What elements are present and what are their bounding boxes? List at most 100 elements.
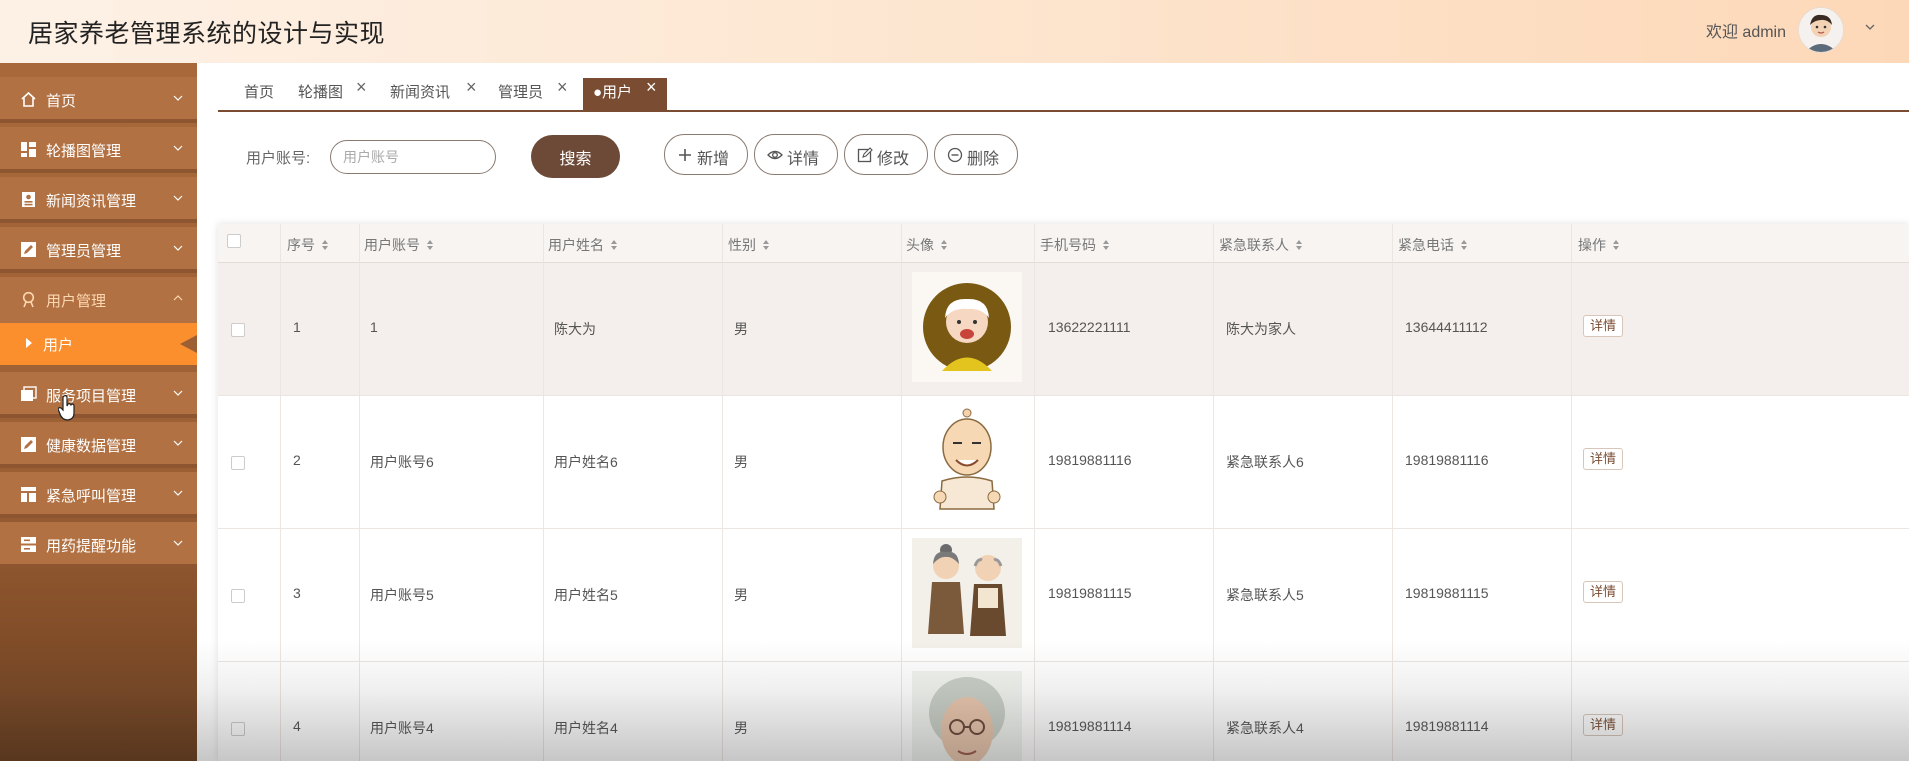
user-avatar-icon <box>1799 8 1843 52</box>
tab-label: 首页 <box>244 84 275 101</box>
row-detail-button[interactable]: 详情 <box>1583 581 1623 603</box>
chevron-down-icon <box>173 245 183 251</box>
row-checkbox[interactable] <box>231 456 245 470</box>
sort-icon <box>1613 240 1619 250</box>
cell-no: 1 <box>293 319 301 335</box>
close-icon[interactable]: × <box>646 72 657 102</box>
tab-label: 轮播图 <box>298 84 344 101</box>
tab-user[interactable]: ●用户 × <box>583 77 667 110</box>
search-button[interactable]: 搜索 <box>531 135 620 178</box>
column-header[interactable]: 用户姓名 <box>548 235 618 255</box>
sidebar-item-admin[interactable]: 管理员管理 <box>0 227 197 273</box>
edit-icon <box>857 147 873 163</box>
cell-contact-phone: 13644411112 <box>1405 319 1488 335</box>
row-checkbox[interactable] <box>231 722 245 736</box>
welcome-text: 欢迎 admin <box>1705 24 1786 41</box>
row-checkbox[interactable] <box>231 323 245 337</box>
avatar[interactable] <box>1798 7 1844 53</box>
server-icon <box>21 537 36 552</box>
close-icon[interactable]: × <box>557 72 568 102</box>
cell-phone: 19819881116 <box>1048 452 1132 468</box>
sidebar-item-health[interactable]: 健康数据管理 <box>0 422 197 468</box>
table-row[interactable]: 4 用户账号4 用户姓名4 男 19819881114 紧急联系人4 19819… <box>218 662 1909 761</box>
cell-contact-phone: 19819881114 <box>1405 718 1489 734</box>
edit-icon <box>21 242 36 257</box>
row-detail-button[interactable]: 详情 <box>1583 448 1623 470</box>
sidebar-item-medication[interactable]: 用药提醒功能 <box>0 522 197 568</box>
add-button[interactable]: 新增 <box>664 134 748 175</box>
column-divider <box>901 224 902 761</box>
cell-account: 用户账号5 <box>370 587 434 603</box>
plus-icon <box>679 149 691 161</box>
user-icon <box>22 291 35 308</box>
active-indicator <box>180 335 197 353</box>
cell-account: 用户账号6 <box>370 454 434 470</box>
cell-phone: 19819881114 <box>1048 718 1132 734</box>
cell-name: 用户姓名6 <box>554 454 618 470</box>
delete-button[interactable]: 删除 <box>934 134 1018 175</box>
chevron-down-icon[interactable] <box>1865 22 1875 32</box>
row-detail-button[interactable]: 详情 <box>1583 315 1623 337</box>
table-header: 序号 用户账号 用户姓名 性别 头像 手机号码 紧急联系人 紧急电话 操作 <box>218 224 1909 263</box>
sidebar-item-label: 新闻资讯管理 <box>46 193 137 210</box>
column-header[interactable]: 头像 <box>906 235 948 255</box>
column-header[interactable]: 操作 <box>1578 235 1620 255</box>
tab-admin[interactable]: 管理员 × <box>498 77 568 110</box>
column-header[interactable]: 紧急联系人 <box>1219 235 1303 255</box>
tab-home[interactable]: 首页 <box>244 78 274 110</box>
chevron-down-icon <box>173 390 183 396</box>
cell-contact: 紧急联系人4 <box>1226 720 1304 736</box>
sort-icon <box>611 240 617 250</box>
sidebar-item-label: 健康数据管理 <box>46 438 137 455</box>
cell-name: 用户姓名4 <box>554 720 618 736</box>
sort-icon <box>1296 240 1302 250</box>
detail-button[interactable]: 详情 <box>754 134 838 175</box>
table-row[interactable]: 2 用户账号6 用户姓名6 男 19819881116 紧急联系人6 19819… <box>218 396 1909 529</box>
add-button-label: 新增 <box>697 151 730 168</box>
sidebar-item-services[interactable]: 服务项目管理 <box>0 372 197 418</box>
cell-contact: 紧急联系人5 <box>1226 587 1304 603</box>
cell-no: 2 <box>293 452 301 468</box>
sidebar-item-user-management[interactable]: 用户管理 <box>0 277 197 323</box>
column-header[interactable]: 序号 <box>287 235 329 255</box>
edit-button[interactable]: 修改 <box>844 134 928 175</box>
home-icon <box>21 91 36 107</box>
user-table: 序号 用户账号 用户姓名 性别 头像 手机号码 紧急联系人 紧急电话 操作 1 … <box>218 224 1909 761</box>
select-all-checkbox[interactable] <box>227 234 241 248</box>
table-row[interactable]: 1 1 陈大为 男 13622221111 陈大为家人 13644411112 … <box>218 263 1909 396</box>
app-title: 居家养老管理系统的设计与实现 <box>28 20 386 48</box>
column-divider <box>1213 224 1214 761</box>
row-checkbox[interactable] <box>231 589 245 603</box>
sort-icon <box>941 240 947 250</box>
column-header[interactable]: 手机号码 <box>1040 235 1110 255</box>
tab-banner[interactable]: 轮播图 × <box>298 77 367 110</box>
tab-news[interactable]: 新闻资讯 × <box>390 77 477 110</box>
cell-gender: 男 <box>734 321 748 337</box>
table-row[interactable]: 3 用户账号5 用户姓名5 男 19819881115 紧急联系人5 19819… <box>218 529 1909 662</box>
cell-phone: 13622221111 <box>1048 319 1131 335</box>
sidebar-item-home[interactable]: 首页 <box>0 77 197 123</box>
sidebar-item-emergency[interactable]: 紧急呼叫管理 <box>0 472 197 518</box>
avatar-photo <box>912 405 1022 515</box>
cell-gender: 男 <box>734 587 748 603</box>
search-label: 用户账号: <box>246 150 311 167</box>
tab-label: 管理员 <box>498 84 544 101</box>
row-detail-button[interactable]: 详情 <box>1583 714 1623 736</box>
sidebar-item-label: 管理员管理 <box>46 243 122 260</box>
column-header[interactable]: 用户账号 <box>364 235 434 255</box>
sidebar-item-banner[interactable]: 轮播图管理 <box>0 127 197 173</box>
close-icon[interactable]: × <box>466 72 477 102</box>
edit-button-label: 修改 <box>877 151 910 168</box>
search-input[interactable] <box>330 140 496 174</box>
sidebar-subitem-user[interactable]: 用户 <box>0 323 197 365</box>
folder-icon <box>21 386 37 401</box>
sidebar-item-news[interactable]: 新闻资讯管理 <box>0 177 197 223</box>
chevron-down-icon <box>173 145 183 151</box>
close-icon[interactable]: × <box>356 72 367 102</box>
elderly-couple-avatar-icon <box>912 538 1022 648</box>
chevron-down-icon <box>173 195 183 201</box>
column-header[interactable]: 紧急电话 <box>1398 235 1468 255</box>
chevron-down-icon <box>173 540 183 546</box>
column-header[interactable]: 性别 <box>728 235 770 255</box>
sidebar: 首页 轮播图管理 新闻资讯管理 管理员管理 用户管理 用户 服务项目管理 健康数… <box>0 63 197 761</box>
